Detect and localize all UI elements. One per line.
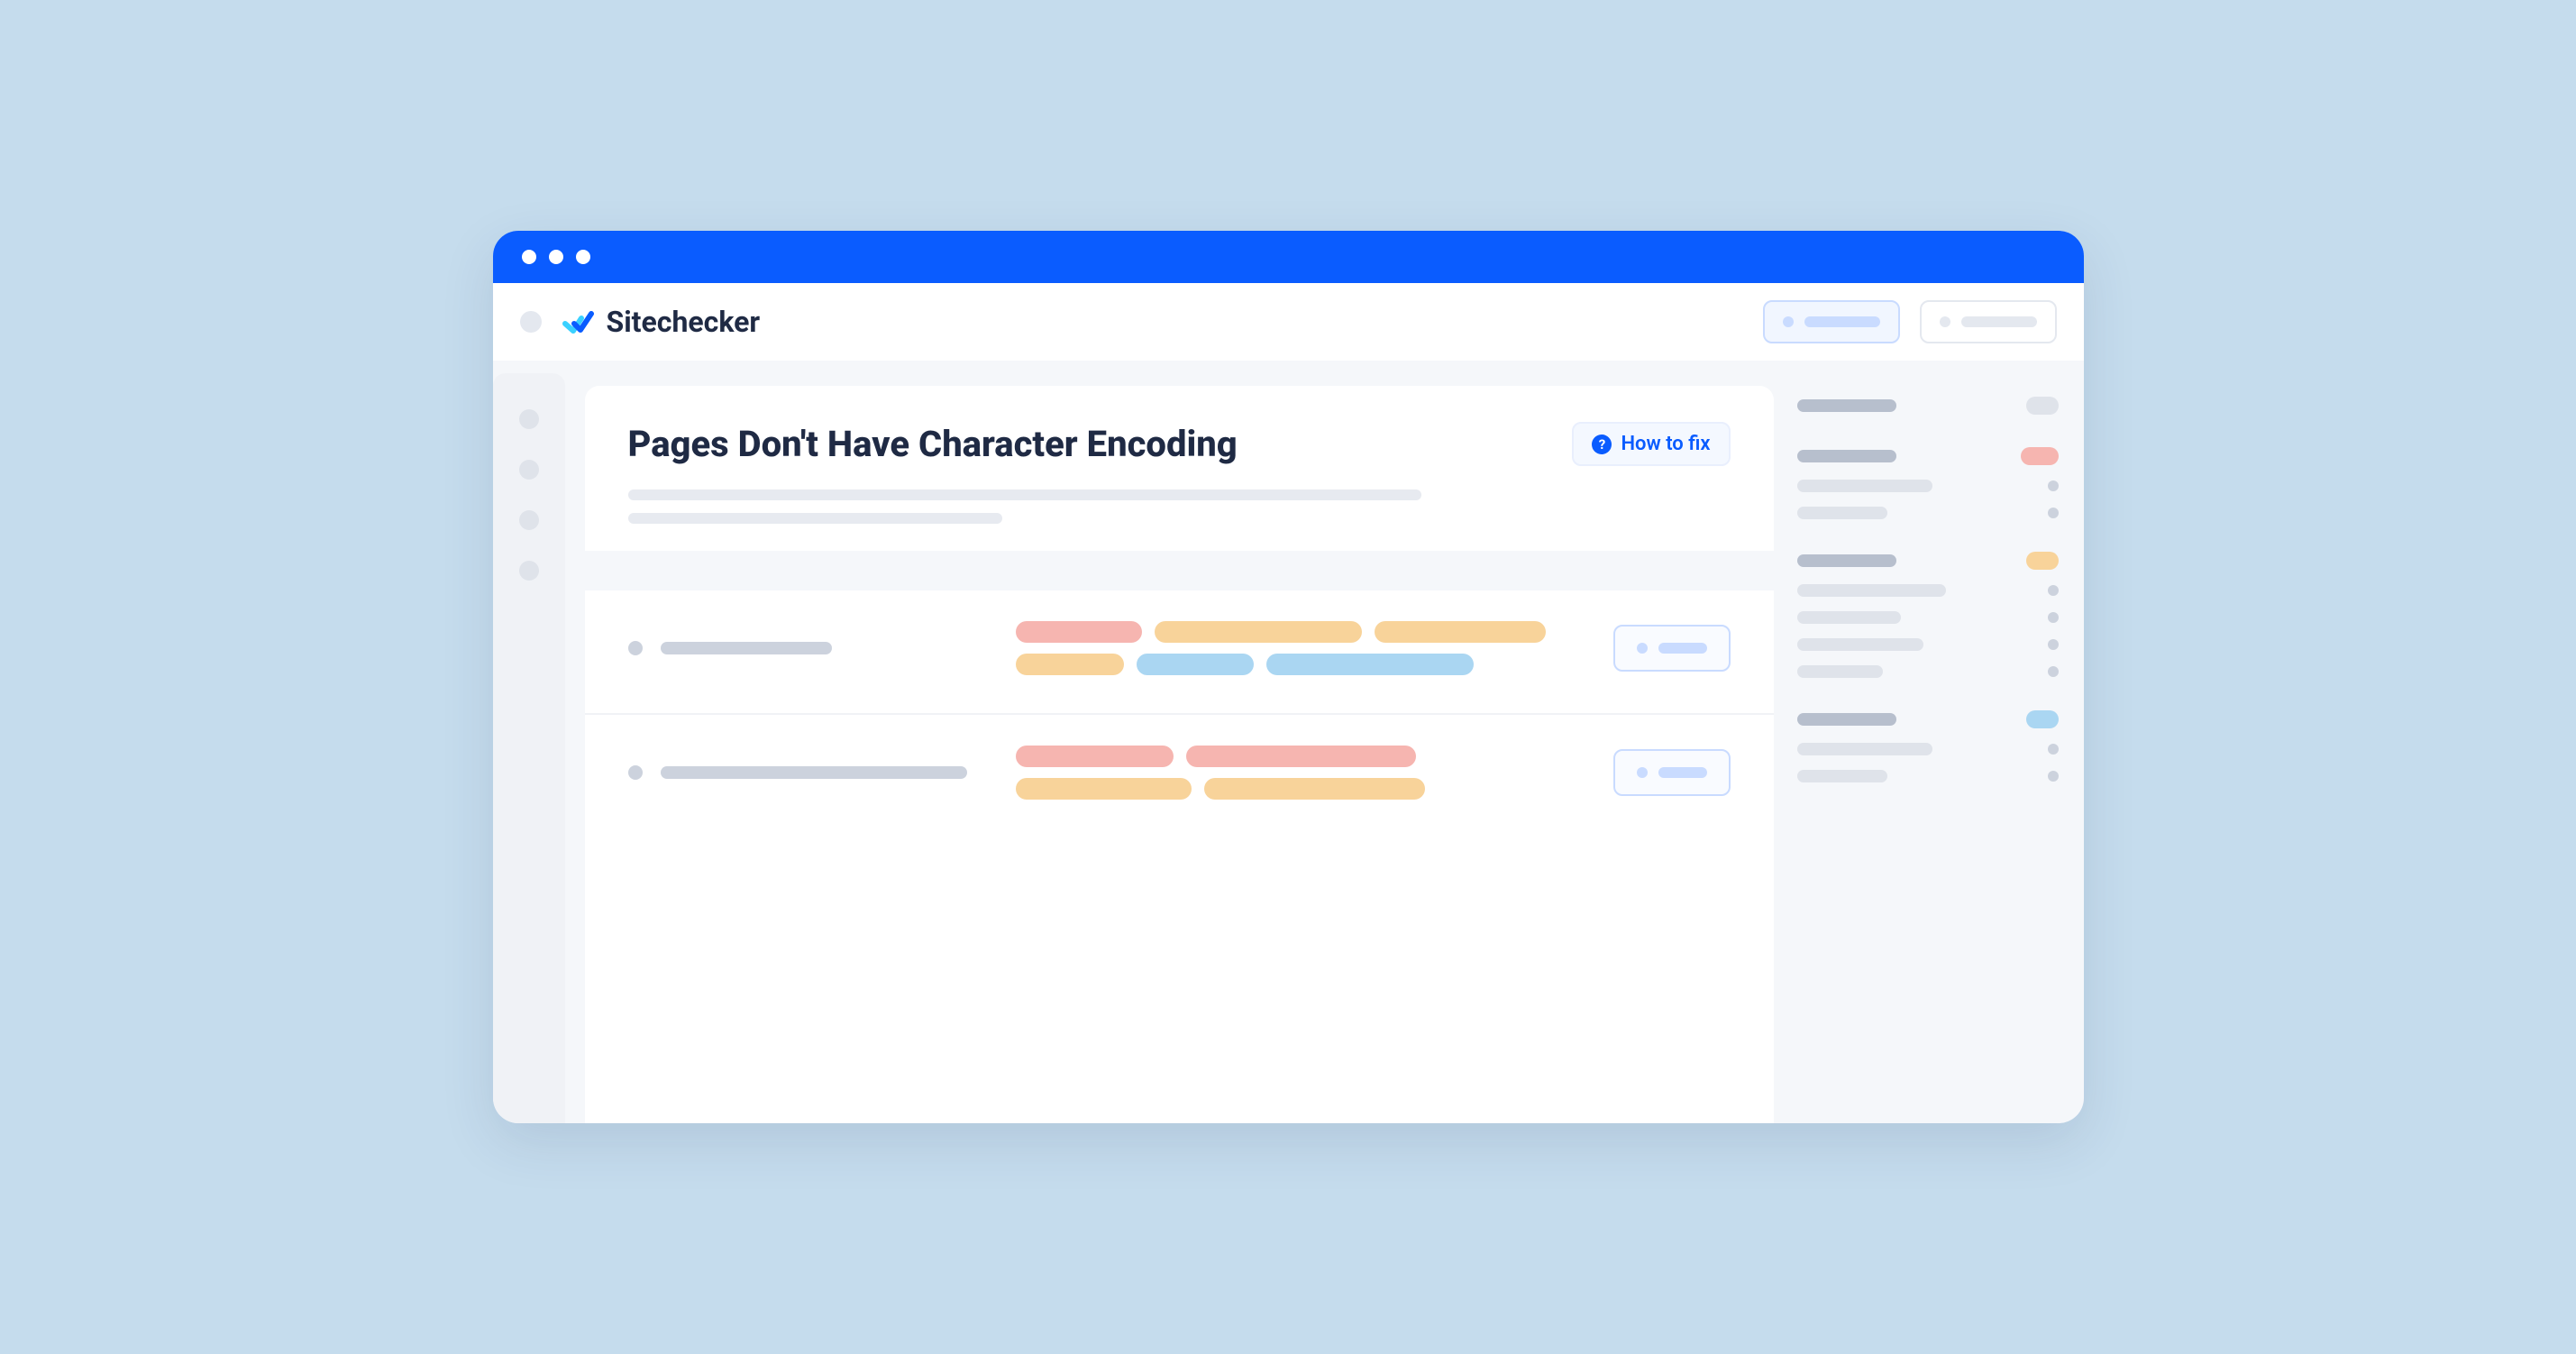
aside-sub-label	[1797, 743, 1932, 755]
row-action-button[interactable]	[1613, 749, 1731, 796]
aside-sub-label	[1797, 770, 1887, 782]
aside-count-badge	[2021, 447, 2059, 465]
tag-placeholder	[1016, 654, 1124, 675]
issue-description	[628, 489, 1731, 524]
placeholder-text	[628, 513, 1003, 524]
placeholder-icon	[1783, 316, 1794, 327]
aside-label	[1797, 713, 1896, 726]
sidebar-item[interactable]	[519, 510, 539, 530]
row-tags	[1016, 621, 1586, 675]
row-action-button[interactable]	[1613, 625, 1731, 672]
brand-name: Sitechecker	[607, 305, 761, 339]
tag-placeholder	[1137, 654, 1254, 675]
aside-label	[1797, 450, 1896, 462]
placeholder-icon	[1637, 767, 1648, 778]
header-primary-button[interactable]	[1763, 300, 1900, 343]
tag-placeholder	[1016, 746, 1174, 767]
aside-group	[1797, 397, 2059, 415]
window-titlebar	[493, 231, 2084, 283]
tag-placeholder	[1204, 778, 1425, 800]
tag-placeholder	[1186, 746, 1416, 767]
how-to-fix-label: How to fix	[1621, 433, 1710, 455]
sidebar-item[interactable]	[519, 460, 539, 480]
aside-sub-count	[2048, 639, 2059, 650]
checkmark-icon	[562, 306, 594, 338]
aside-label	[1797, 399, 1896, 412]
row-tags	[1016, 746, 1586, 800]
aside-group	[1797, 552, 2059, 678]
aside-count-badge	[2026, 397, 2059, 415]
tag-placeholder	[1155, 621, 1362, 643]
aside-sub-count	[2048, 480, 2059, 491]
placeholder-icon	[1637, 643, 1648, 654]
header-secondary-button[interactable]	[1920, 300, 2057, 343]
placeholder-text	[1658, 767, 1707, 778]
aside-sub-count	[2048, 666, 2059, 677]
aside-count-badge	[2026, 552, 2059, 570]
sidebar-nav	[493, 373, 565, 1123]
placeholder-text	[1804, 316, 1880, 327]
browser-window: Sitechecker Pages Don't Have Character E…	[493, 231, 2084, 1123]
row-url-placeholder	[661, 642, 832, 654]
aside-sub-count	[2048, 585, 2059, 596]
issue-panel: Pages Don't Have Character Encoding ? Ho…	[585, 386, 1774, 1123]
tag-placeholder	[1266, 654, 1474, 675]
result-row	[585, 590, 1774, 715]
row-status-icon	[628, 641, 643, 655]
menu-toggle-icon[interactable]	[520, 311, 542, 333]
aside-sub-count	[2048, 744, 2059, 755]
row-url-placeholder	[661, 766, 967, 779]
aside-label	[1797, 554, 1896, 567]
app-header: Sitechecker	[493, 283, 2084, 361]
traffic-light-zoom[interactable]	[576, 250, 590, 264]
aside-group	[1797, 710, 2059, 782]
aside-sub-label	[1797, 638, 1923, 651]
aside-sub-label	[1797, 665, 1883, 678]
tag-placeholder	[1016, 621, 1142, 643]
aside-sub-label	[1797, 507, 1887, 519]
main-content-area: Pages Don't Have Character Encoding ? Ho…	[565, 361, 2084, 1123]
aside-sub-count	[2048, 771, 2059, 782]
sidebar-item[interactable]	[519, 561, 539, 581]
aside-group	[1797, 447, 2059, 519]
aside-sub-label	[1797, 584, 1946, 597]
table-header-band	[585, 551, 1774, 590]
brand-logo[interactable]: Sitechecker	[562, 305, 761, 339]
app-body: Pages Don't Have Character Encoding ? Ho…	[493, 361, 2084, 1123]
placeholder-text	[628, 489, 1422, 500]
tag-placeholder	[1375, 621, 1546, 643]
sidebar-item[interactable]	[519, 409, 539, 429]
aside-sub-count	[2048, 508, 2059, 518]
traffic-light-minimize[interactable]	[549, 250, 563, 264]
aside-sub-count	[2048, 612, 2059, 623]
row-status-icon	[628, 765, 643, 780]
tag-placeholder	[1016, 778, 1192, 800]
placeholder-text	[1961, 316, 2037, 327]
page-title: Pages Don't Have Character Encoding	[628, 423, 1555, 465]
traffic-light-close[interactable]	[522, 250, 536, 264]
aside-sub-label	[1797, 611, 1901, 624]
placeholder-icon	[1940, 316, 1950, 327]
issue-header: Pages Don't Have Character Encoding ? Ho…	[585, 386, 1774, 551]
aside-count-badge	[2026, 710, 2059, 728]
how-to-fix-button[interactable]: ? How to fix	[1572, 422, 1730, 466]
aside-sub-label	[1797, 480, 1932, 492]
placeholder-text	[1658, 643, 1707, 654]
result-row	[585, 715, 1774, 837]
aside-summary	[1797, 386, 2059, 1123]
help-icon: ?	[1592, 435, 1612, 454]
